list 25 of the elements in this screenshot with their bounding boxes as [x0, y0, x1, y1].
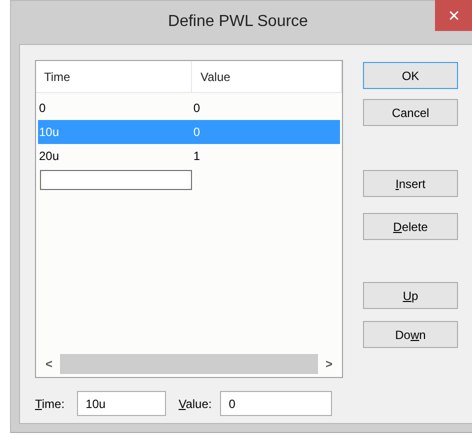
list-cell-text: 1 — [192, 149, 202, 163]
list-row[interactable]: 20u 1 — [38, 144, 340, 168]
field-label: Time: — [35, 396, 65, 410]
dialog-button[interactable]: Cancel — [363, 99, 458, 126]
column-header[interactable]: Value — [192, 61, 342, 92]
list-row[interactable]: 0 0 — [38, 96, 340, 120]
dialog-button[interactable]: Insert — [363, 170, 458, 197]
list-cell-text: 20u — [38, 149, 60, 163]
list-cell-text: 0 — [192, 125, 202, 139]
scroll-right-button[interactable]: > — [318, 354, 340, 374]
list-cell-text: 10u — [38, 125, 60, 139]
input-field[interactable]: 10u — [76, 391, 166, 416]
column-header[interactable]: Time — [36, 61, 192, 92]
list-cell-text: 0 — [38, 101, 47, 115]
window-title: Define PWL Source — [167, 13, 309, 31]
dialog-button[interactable]: Up — [363, 282, 458, 309]
input-field[interactable]: 0 — [220, 391, 332, 416]
dialog-button[interactable]: Delete — [363, 213, 458, 240]
field-label: Value: — [178, 396, 212, 410]
scroll-left-button[interactable]: < — [38, 354, 60, 374]
dialog-button[interactable]: Down — [363, 321, 458, 348]
close-button[interactable]: ✕ — [435, 0, 472, 31]
dialog-button[interactable]: OK — [363, 62, 458, 89]
new-entry-field[interactable] — [40, 170, 192, 190]
list-cell-text: 0 — [192, 101, 202, 115]
